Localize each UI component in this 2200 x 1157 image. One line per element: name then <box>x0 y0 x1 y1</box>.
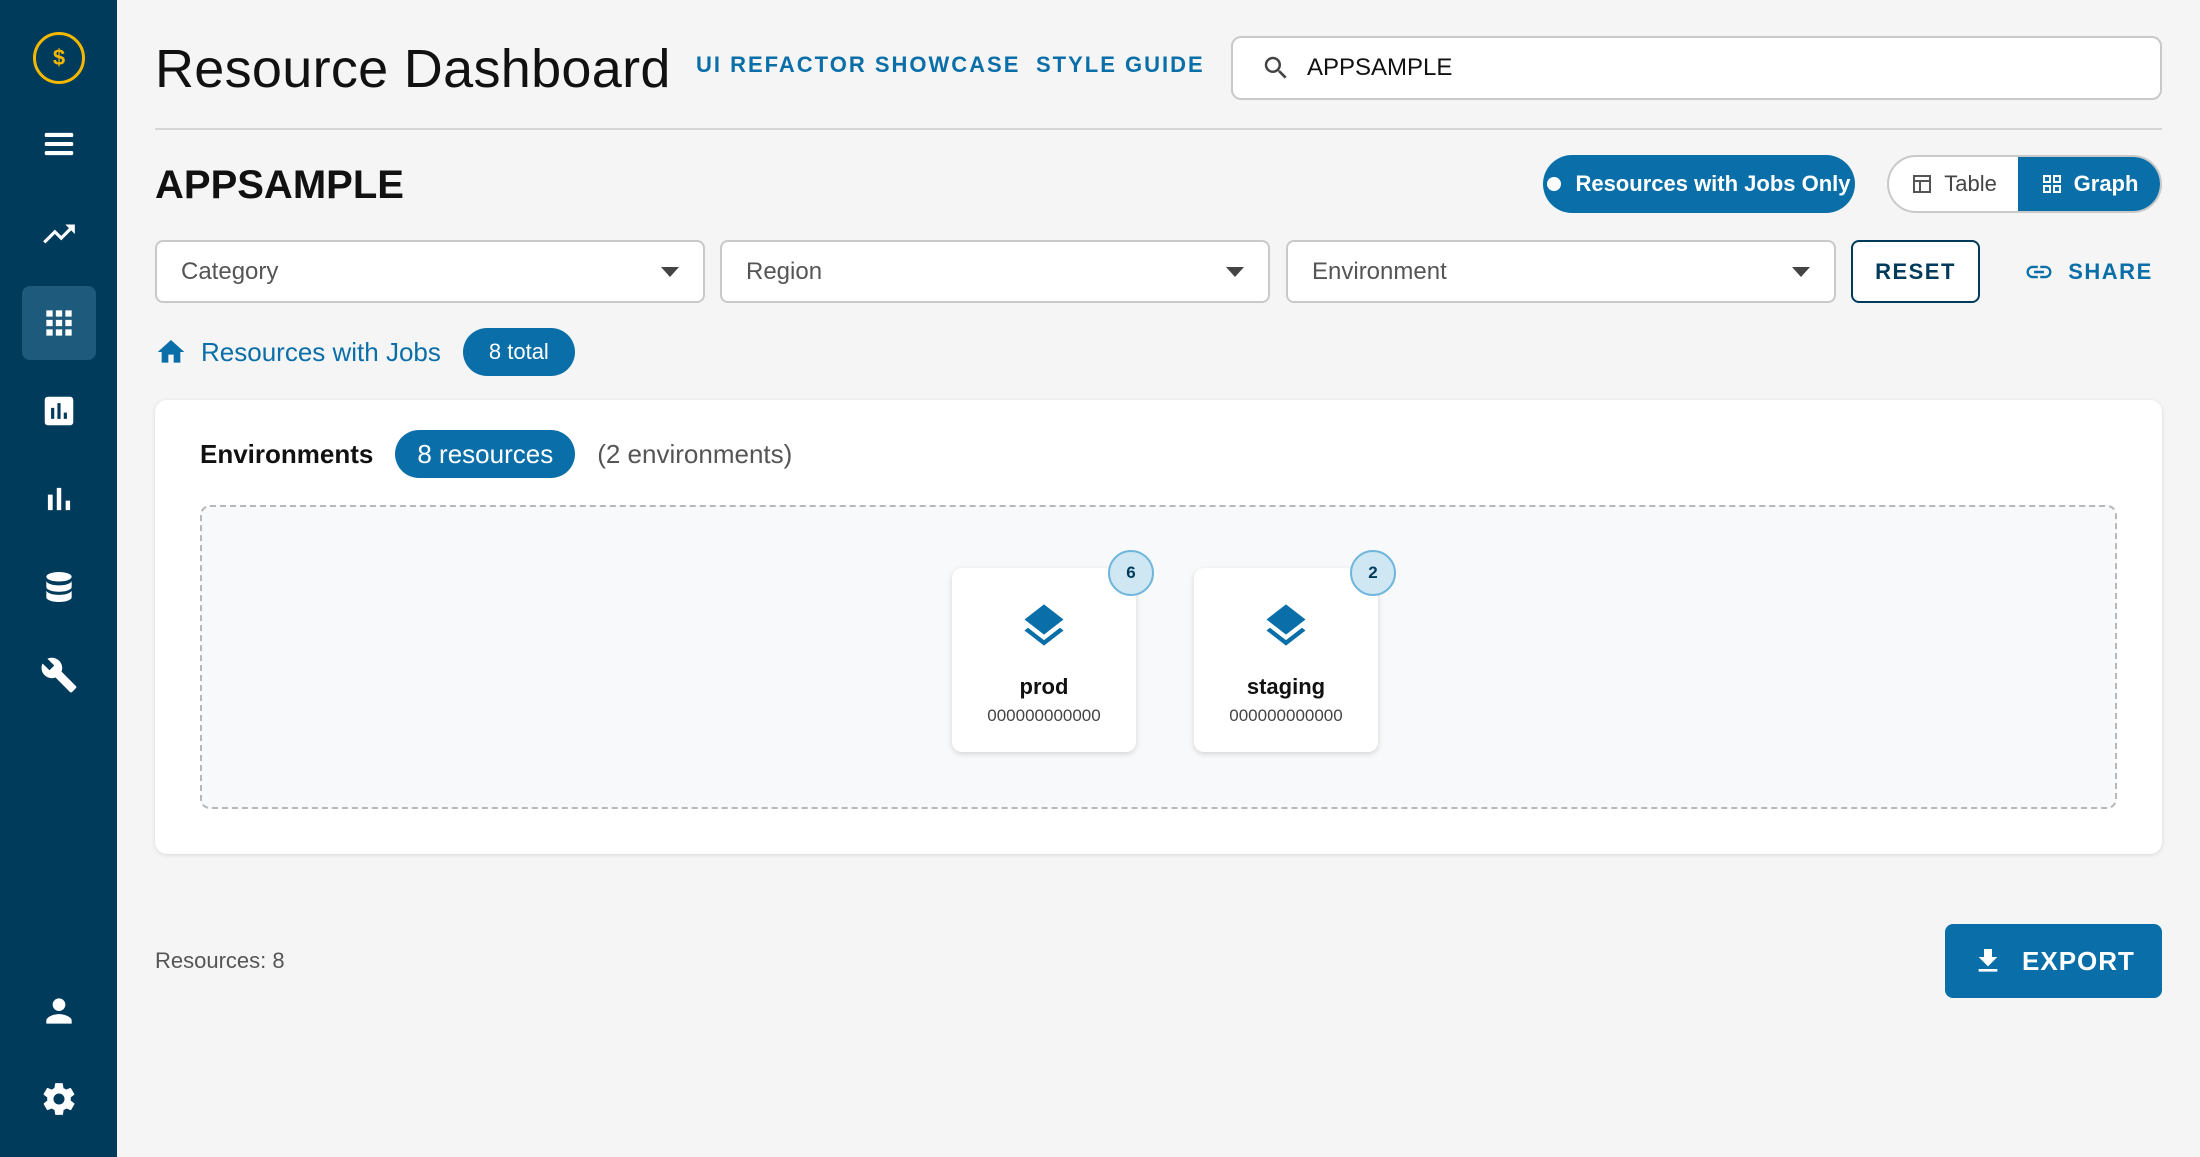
assessment-icon <box>44 396 74 426</box>
link-icon <box>2026 265 2052 278</box>
search-box <box>1231 36 2162 100</box>
wrench-icon <box>41 657 77 693</box>
graph-view-label: Graph <box>2073 171 2139 196</box>
nav-link-style-guide[interactable]: STYLE GUIDE <box>1036 52 1205 78</box>
page-title: Resource Dashboard <box>155 39 671 99</box>
share-label: SHARE <box>2068 258 2153 284</box>
download-icon <box>1978 949 1998 972</box>
region-select[interactable]: Region <box>720 240 1270 303</box>
environment-select[interactable]: Environment <box>1286 240 1836 303</box>
grid-view-icon <box>2042 175 2061 193</box>
sidebar-item-analytics[interactable] <box>22 462 96 536</box>
apps-grid-icon <box>46 310 72 336</box>
home-icon <box>157 340 185 363</box>
logo[interactable]: $ <box>22 21 96 95</box>
sidebar-item-tools[interactable] <box>22 638 96 712</box>
environments-card: Environments 8 resources (2 environments… <box>155 400 2162 854</box>
environments-card-header: Environments 8 resources (2 environments… <box>200 430 792 478</box>
database-icon <box>46 571 72 603</box>
sidebar-item-reports[interactable] <box>22 374 96 448</box>
table-view-label: Table <box>1944 171 1997 196</box>
sidebar-item-trends[interactable] <box>22 197 96 271</box>
jobs-only-label: Resources with Jobs Only <box>1575 171 1851 196</box>
gear-icon <box>43 1083 75 1115</box>
search-input[interactable] <box>1307 54 2127 82</box>
environment-id: 000000000000 <box>1229 706 1343 725</box>
jobs-only-toggle[interactable]: Resources with Jobs Only <box>1543 155 1855 213</box>
table-icon <box>1913 175 1932 193</box>
environment-node-prod[interactable]: prod 000000000000 6 <box>952 550 1154 752</box>
environments-heading: Environments <box>200 438 374 469</box>
reset-button[interactable]: RESET <box>1851 240 1980 303</box>
toggle-dot-icon <box>1547 177 1562 191</box>
share-button[interactable]: SHARE <box>2015 240 2162 303</box>
environments-graph-area: prod 000000000000 6 staging 000000000000… <box>200 505 2117 809</box>
graph-view-button[interactable]: Graph <box>2018 157 2160 211</box>
chevron-down-icon <box>1792 267 1810 277</box>
environment-node-staging[interactable]: staging 000000000000 2 <box>1194 550 1396 752</box>
environment-id: 000000000000 <box>987 706 1101 725</box>
menu-icon <box>44 132 74 156</box>
export-label: EXPORT <box>2022 945 2135 976</box>
category-select-value: Category <box>181 257 279 285</box>
resource-count-badge: 2 <box>1350 550 1396 596</box>
environment-select-value: Environment <box>1312 257 1447 285</box>
search-icon <box>1264 56 1287 79</box>
main-content: Resource Dashboard UI REFACTOR SHOWCASE … <box>155 0 2162 1157</box>
resources-badge: 8 resources <box>395 430 576 478</box>
total-count-badge: 8 total <box>462 328 575 376</box>
layers-icon <box>1024 604 1064 646</box>
category-select[interactable]: Category <box>155 240 705 303</box>
environment-name: staging <box>1246 674 1326 699</box>
sidebar-item-menu[interactable] <box>22 107 96 181</box>
region-select-value: Region <box>746 257 823 285</box>
sidebar-item-profile[interactable] <box>22 974 96 1048</box>
person-icon <box>46 998 72 1024</box>
environment-name: prod <box>1019 674 1069 699</box>
breadcrumb: Resources with Jobs 8 total <box>155 328 575 376</box>
view-toggle: Table Graph <box>1887 155 2162 213</box>
table-view-button[interactable]: Table <box>1889 157 2018 211</box>
section-title: APPSAMPLE <box>155 163 404 207</box>
trending-up-icon <box>43 224 75 244</box>
layers-icon <box>1266 604 1306 646</box>
chevron-down-icon <box>1226 267 1244 277</box>
resource-count-badge: 6 <box>1108 550 1154 596</box>
resources-count: Resources: 8 <box>155 948 285 973</box>
dollar-logo-icon: $ <box>33 32 85 84</box>
export-button[interactable]: EXPORT <box>1945 924 2162 998</box>
chevron-down-icon <box>661 267 679 277</box>
sidebar-item-apps[interactable] <box>22 286 96 360</box>
sidebar-item-settings[interactable] <box>22 1062 96 1136</box>
breadcrumb-resources-with-jobs[interactable]: Resources with Jobs <box>201 337 441 368</box>
sidebar-item-database[interactable] <box>22 550 96 624</box>
logo-symbol: $ <box>52 45 66 70</box>
header-divider <box>155 128 2162 130</box>
sidebar: $ <box>0 0 117 1157</box>
bar-chart-icon <box>47 487 71 511</box>
environment-count: (2 environments) <box>597 438 793 469</box>
nav-link-ui-refactor-showcase[interactable]: UI REFACTOR SHOWCASE <box>696 52 1020 78</box>
